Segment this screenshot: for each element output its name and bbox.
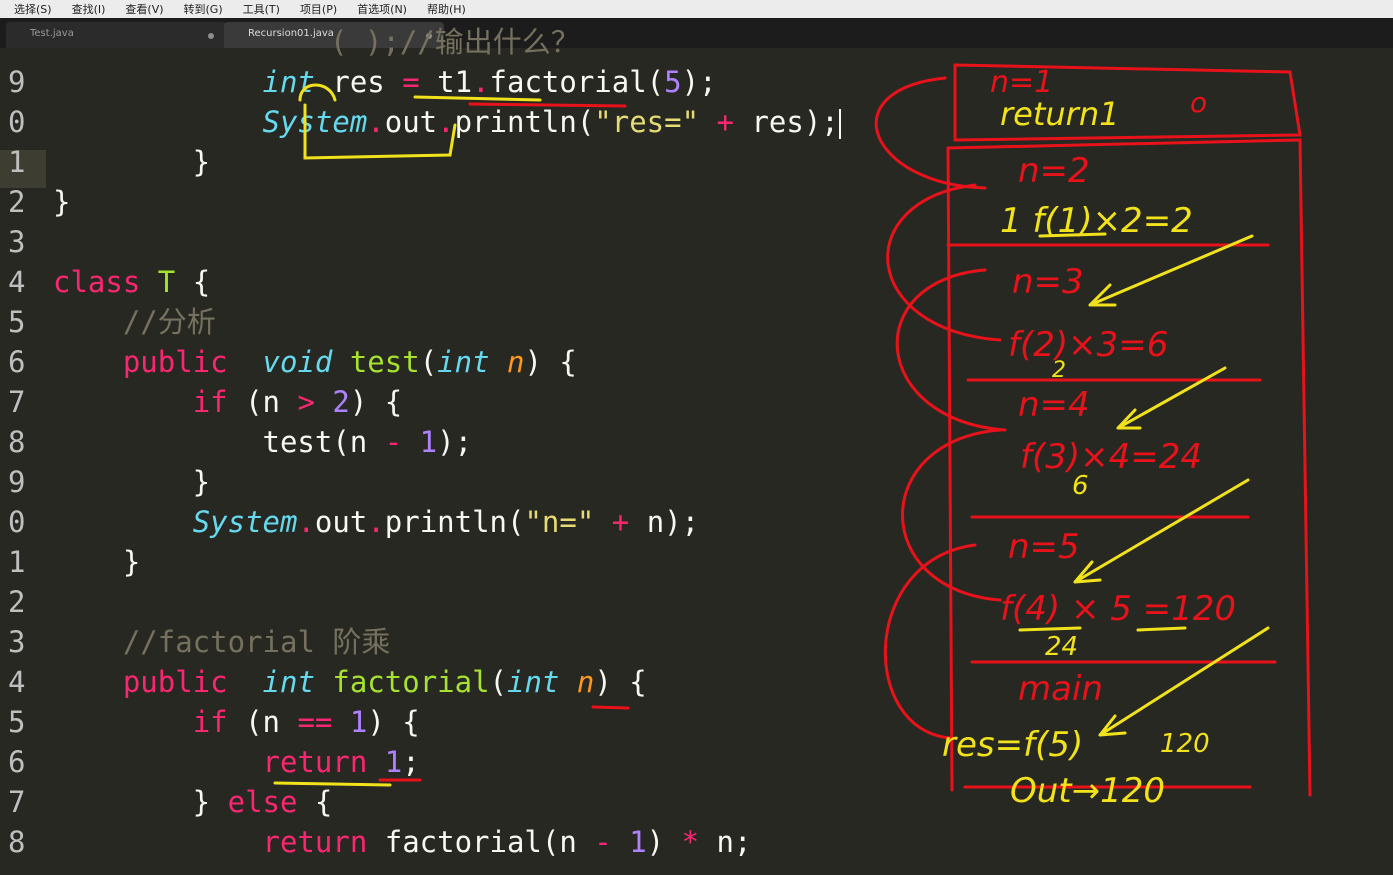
handwritten-annotations: n=1 return1 o n=2 1 f(1)×2=2 n=3 f(2)×3=… <box>273 63 1312 811</box>
return-arrow <box>1116 366 1227 430</box>
code-underline <box>468 102 627 108</box>
frame-body: f(2)×3=6 <box>1008 325 1168 365</box>
frame-body: 1 f(1)×2=2 <box>1000 201 1193 241</box>
frame-sub: 24 <box>1045 632 1078 662</box>
call-arrow <box>874 76 987 190</box>
code-underline <box>591 705 630 710</box>
output-annotation: Out→120 <box>1010 771 1165 811</box>
frame-body: res=f(5) <box>942 725 1083 765</box>
frame-label: n=4 <box>1018 385 1090 425</box>
return-arrow <box>1073 478 1250 584</box>
code-underline <box>413 95 542 102</box>
code-underline <box>273 781 392 787</box>
frame-sub: 2 <box>1052 358 1066 383</box>
small-mark: o <box>1190 86 1207 119</box>
return-arrow <box>1098 626 1270 737</box>
frame-extra: 120 <box>1160 729 1210 759</box>
frame-body: f(4) × 5 =120 <box>1000 589 1236 629</box>
frame-label: n=2 <box>1018 151 1090 191</box>
frame-label: main <box>1018 669 1103 709</box>
frame-sub: 6 <box>1072 471 1089 501</box>
frame-label: n=5 <box>1008 527 1080 567</box>
frame-label: n=3 <box>1012 262 1084 302</box>
frame-body: f(3)×4=24 <box>1020 437 1202 477</box>
frame-body: return1 <box>1000 95 1119 133</box>
